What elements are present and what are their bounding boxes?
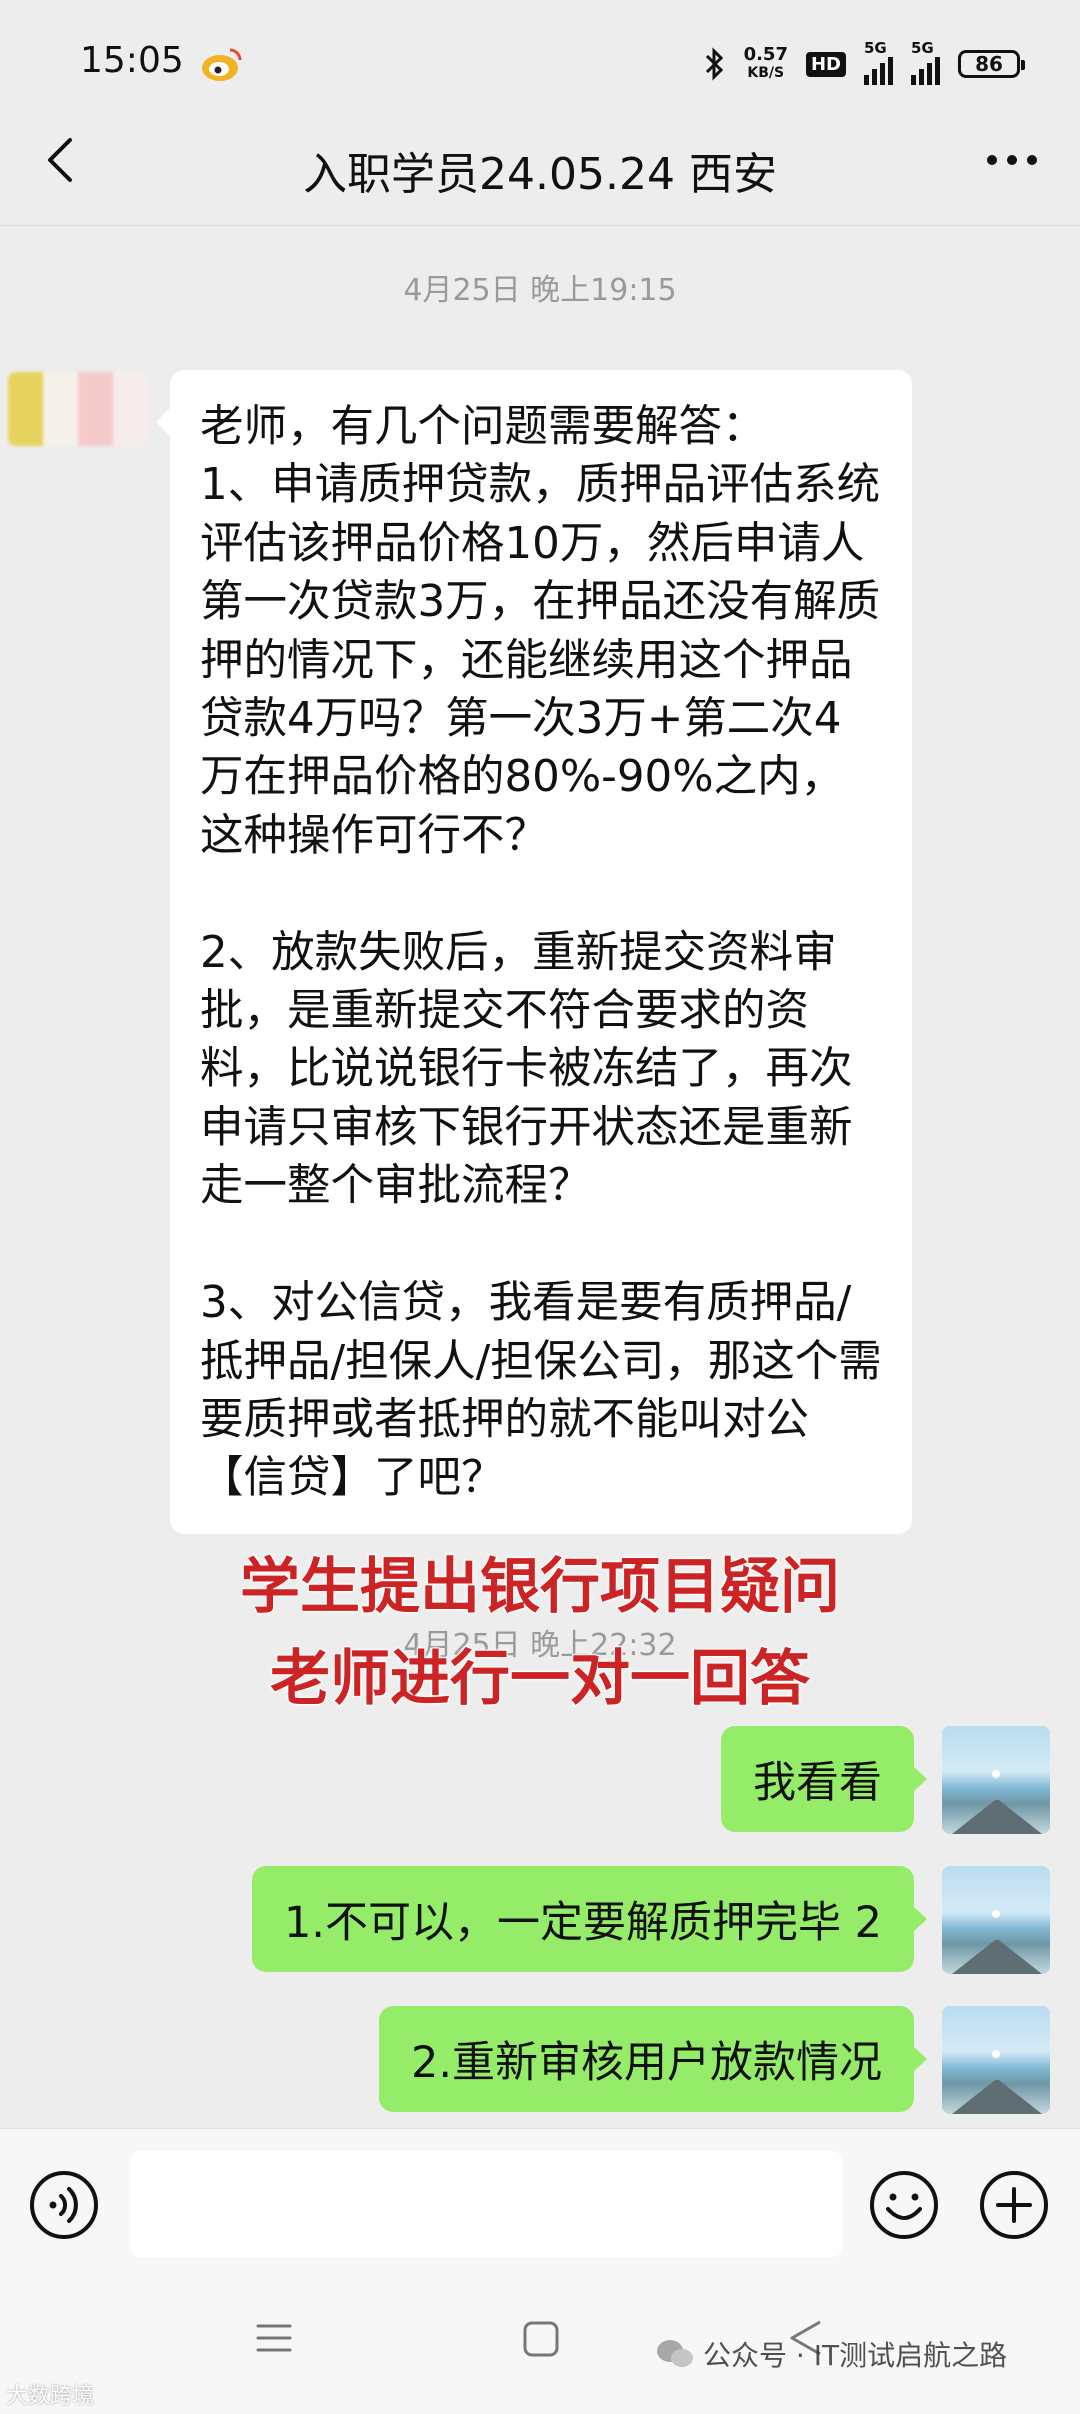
chat-header: 入职学员24.05.24 西安 [0,100,1080,226]
more-dots-icon[interactable] [984,152,1040,168]
battery-icon: 86 [958,50,1025,78]
message-timestamp: 4月25日 晚上19:15 [403,273,677,308]
outgoing-message-bubble[interactable]: 2.重新审核用户放款情况 [378,2006,928,2112]
wechat-icon [657,2340,693,2367]
status-time: 15:05 [80,40,184,81]
voice-icon[interactable] [28,2169,100,2241]
signal-label: 5G [911,39,934,57]
net-speed-value: 0.57 [743,44,788,65]
incoming-message-bubble[interactable]: 老师，有几个问题需要解答： 1、申请质押贷款，质押品评估系统评估该押品价格10万… [156,370,912,1534]
hd-badge: HD [805,51,846,77]
signal-label: 5G [864,39,887,57]
signal-icon: 5G [911,39,940,85]
net-speed: 0.57 KB/S [744,45,788,83]
battery-level: 86 [975,52,1003,76]
status-icons: 0.57 KB/S HD 5G 5G 86 [704,39,1025,88]
my-avatar[interactable] [942,1866,1050,1974]
message-input-bar [0,2128,1080,2279]
outgoing-message-bubble[interactable]: 1.不可以，一定要解质押完毕 2 [251,1866,928,1972]
outgoing-message-row: 我看看 [721,1726,1050,1834]
my-avatar[interactable] [942,1726,1050,1834]
wechat-official-account-watermark: 公众号 · IT测试启航之路 [655,2334,1007,2374]
signal-icon: 5G [864,39,893,85]
outgoing-message-bubble[interactable]: 我看看 [721,1726,927,1832]
corner-watermark: 大数跨境 [6,2384,95,2409]
message-input[interactable] [130,2151,842,2257]
incoming-message-text: 老师，有几个问题需要解答： 1、申请质押贷款，质押品评估系统评估该押品价格10万… [200,402,882,1504]
overlay-caption-line2: 老师进行一对一回答 [269,1643,811,1715]
bluetooth-icon [705,47,723,81]
my-avatar[interactable] [942,2006,1050,2114]
sender-avatar[interactable] [8,372,148,446]
outgoing-message-row: 1.不可以，一定要解质押完毕 2 [251,1866,1050,1974]
net-speed-unit: KB/S [747,65,785,81]
chat-title: 入职学员24.05.24 西安 [303,149,777,200]
outgoing-message-row: 2.重新审核用户放款情况 [378,2006,1050,2114]
overlay-caption-line1: 学生提出银行项目疑问 [239,1551,841,1623]
menu-icon[interactable] [254,2318,294,2358]
plus-icon[interactable] [978,2169,1050,2241]
home-icon[interactable] [522,2320,560,2358]
weibo-icon [202,48,242,81]
watermark-text: 公众号 · IT测试启航之路 [703,2339,1008,2372]
emoji-icon[interactable] [868,2169,940,2241]
